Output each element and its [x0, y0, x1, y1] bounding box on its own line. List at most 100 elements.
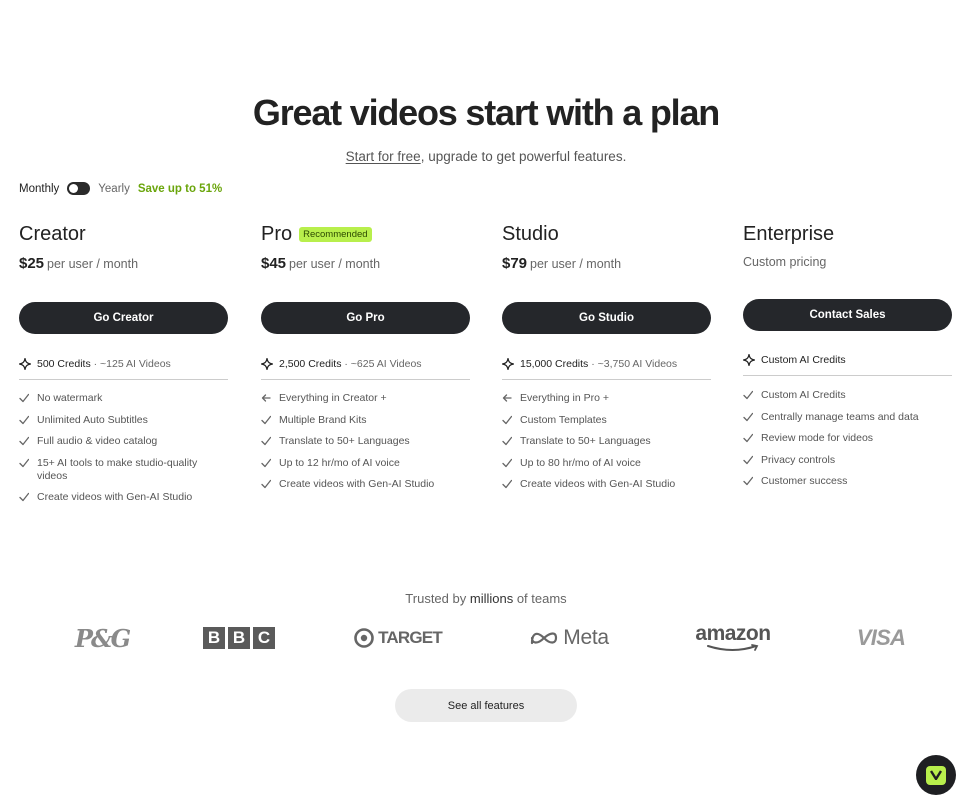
trusted-highlight: millions	[469, 591, 514, 606]
meta-infinity-icon	[531, 632, 558, 645]
check-icon	[19, 458, 29, 467]
check-icon	[743, 412, 753, 421]
feature-item: Translate to 50+ Languages	[502, 435, 711, 448]
credits-amount: 15,000 Credits	[520, 358, 589, 370]
billing-toggle[interactable]	[67, 182, 91, 195]
plan-name: Creator	[19, 222, 86, 245]
feature-text: Privacy controls	[761, 453, 836, 466]
feature-item: Translate to 50+ Languages	[261, 435, 470, 448]
feature-text: Everything in Pro +	[520, 392, 610, 404]
toggle-knob	[69, 184, 79, 193]
plan-header: Creator	[19, 222, 228, 246]
check-icon	[502, 415, 512, 424]
plan-header: Studio	[502, 222, 711, 246]
plan-card-pro: Pro Recommended $45 per user / month Go P…	[261, 222, 470, 522]
see-all-features-button[interactable]: See all features	[395, 689, 577, 722]
yearly-label[interactable]: Yearly	[98, 183, 130, 195]
feature-item: Everything in Creator +	[261, 392, 470, 405]
feature-text: 15+ AI tools to make studio-quality vide…	[37, 456, 198, 482]
trusted-suffix: of teams	[516, 591, 567, 606]
plan-card-creator: Creator $25 per user / month Go Creator 5…	[19, 222, 228, 522]
pg-logo-text: P&G	[74, 623, 131, 653]
feature-text: Review mode for videos	[761, 432, 874, 444]
feature-text: No watermark	[37, 392, 103, 404]
sparkle-icon	[502, 358, 514, 370]
plan-cta-button[interactable]: Go Pro	[261, 302, 470, 334]
monthly-label[interactable]: Monthly	[19, 183, 59, 195]
feature-text: Create videos with Gen-AI Studio	[37, 491, 193, 503]
plan-features-list: No watermark Unlimited Auto Subtitles Full…	[19, 392, 228, 513]
credits-amount: 500 Credits	[37, 358, 91, 370]
credits-sub: · ~625 AI Videos	[344, 358, 422, 370]
pg-logo: P&G	[70, 620, 134, 656]
feature-item: Create videos with Gen-AI Studio	[261, 478, 470, 491]
feature-text: Everything in Creator +	[279, 392, 387, 404]
feature-text: Create videos with Gen-AI Studio	[520, 478, 676, 490]
check-icon	[743, 476, 753, 486]
check-icon	[261, 458, 271, 467]
feature-text: Custom AI Credits	[761, 389, 846, 401]
credits-amount: Custom AI Credits	[761, 354, 846, 366]
plan-card-studio: Studio $79 per user / month Go Studio 15,…	[502, 222, 711, 522]
feature-item: Centrally manage teams and data	[743, 411, 952, 424]
feature-text: Create videos with Gen-AI Studio	[279, 478, 435, 490]
feature-text: Translate to 50+ Languages	[520, 435, 651, 447]
bbc-letter-box: C	[253, 627, 275, 649]
check-icon	[261, 436, 271, 446]
plan-cta-button[interactable]: Contact Sales	[743, 299, 952, 331]
plan-price-text: Custom pricing	[743, 255, 827, 269]
plan-cta-button[interactable]: Go Creator	[19, 302, 228, 334]
feature-item: Privacy controls	[743, 454, 952, 467]
sparkle-icon	[743, 354, 755, 366]
feature-item: Full audio & video catalog	[19, 435, 228, 448]
feature-text: Centrally manage teams and data	[761, 410, 919, 423]
check-icon	[502, 479, 512, 489]
feature-item: No watermark	[19, 392, 228, 405]
feature-item: 15+ AI tools to make studio-quality vide…	[19, 457, 228, 483]
amazon-logo: amazon	[690, 620, 776, 656]
plan-price: $45 per user / month	[261, 255, 470, 272]
trusted-by-text: Trusted by millions of teams	[0, 591, 972, 606]
sparkle-icon	[19, 358, 31, 370]
feature-item: Custom Templates	[502, 414, 711, 427]
plan-price-unit: per user / month	[289, 257, 381, 271]
plan-name: Studio	[502, 222, 559, 245]
feature-item: Everything in Pro +	[502, 392, 711, 405]
bbc-letter-box: B	[203, 627, 225, 649]
save-badge: Save up to 51%	[137, 182, 223, 195]
plan-price-amount: $45	[261, 255, 287, 272]
plan-price-unit: per user / month	[47, 257, 139, 271]
amazon-smile-icon	[707, 644, 759, 651]
feature-item: Up to 12 hr/mo of AI voice	[261, 457, 470, 470]
feature-text: Unlimited Auto Subtitles	[37, 413, 148, 426]
target-logo-text: TARGET	[378, 628, 443, 647]
start-free-link[interactable]: Start for free	[346, 149, 421, 164]
feature-item: Multiple Brand Kits	[261, 414, 470, 427]
credits-amount: 2,500 Credits	[279, 358, 342, 370]
page-title: Great videos start with a plan	[252, 92, 720, 133]
plan-name: Pro	[261, 222, 293, 245]
check-icon	[502, 436, 512, 446]
arrow-left-icon	[502, 394, 512, 402]
plan-credits: 500 Credits · ~125 AI Videos	[19, 358, 228, 380]
check-icon	[743, 433, 753, 443]
check-icon	[743, 390, 753, 400]
plan-header: Enterprise	[743, 222, 952, 246]
billing-period-switch: Monthly Yearly Save up to 51%	[19, 182, 222, 195]
meta-logo-text: Meta	[563, 626, 609, 649]
check-icon	[19, 393, 29, 403]
check-icon	[502, 458, 512, 467]
bbc-letter-box: B	[228, 627, 250, 649]
feature-item: Create videos with Gen-AI Studio	[502, 478, 711, 491]
plan-cta-button[interactable]: Go Studio	[502, 302, 711, 334]
plan-price: $79 per user / month	[502, 255, 711, 272]
feature-text: Up to 12 hr/mo of AI voice	[279, 456, 400, 469]
feature-item: Unlimited Auto Subtitles	[19, 414, 228, 427]
plan-features-list: Everything in Pro + Custom Templates Trans…	[502, 392, 711, 500]
visa-logo-text: VISA	[856, 625, 906, 650]
feature-item: Custom AI Credits	[743, 389, 952, 402]
plan-credits: 15,000 Credits · ~3,750 AI Videos	[502, 358, 711, 380]
target-logo: TARGET	[350, 620, 446, 656]
chat-widget-button[interactable]	[916, 755, 956, 795]
target-bullseye-icon	[354, 628, 374, 648]
